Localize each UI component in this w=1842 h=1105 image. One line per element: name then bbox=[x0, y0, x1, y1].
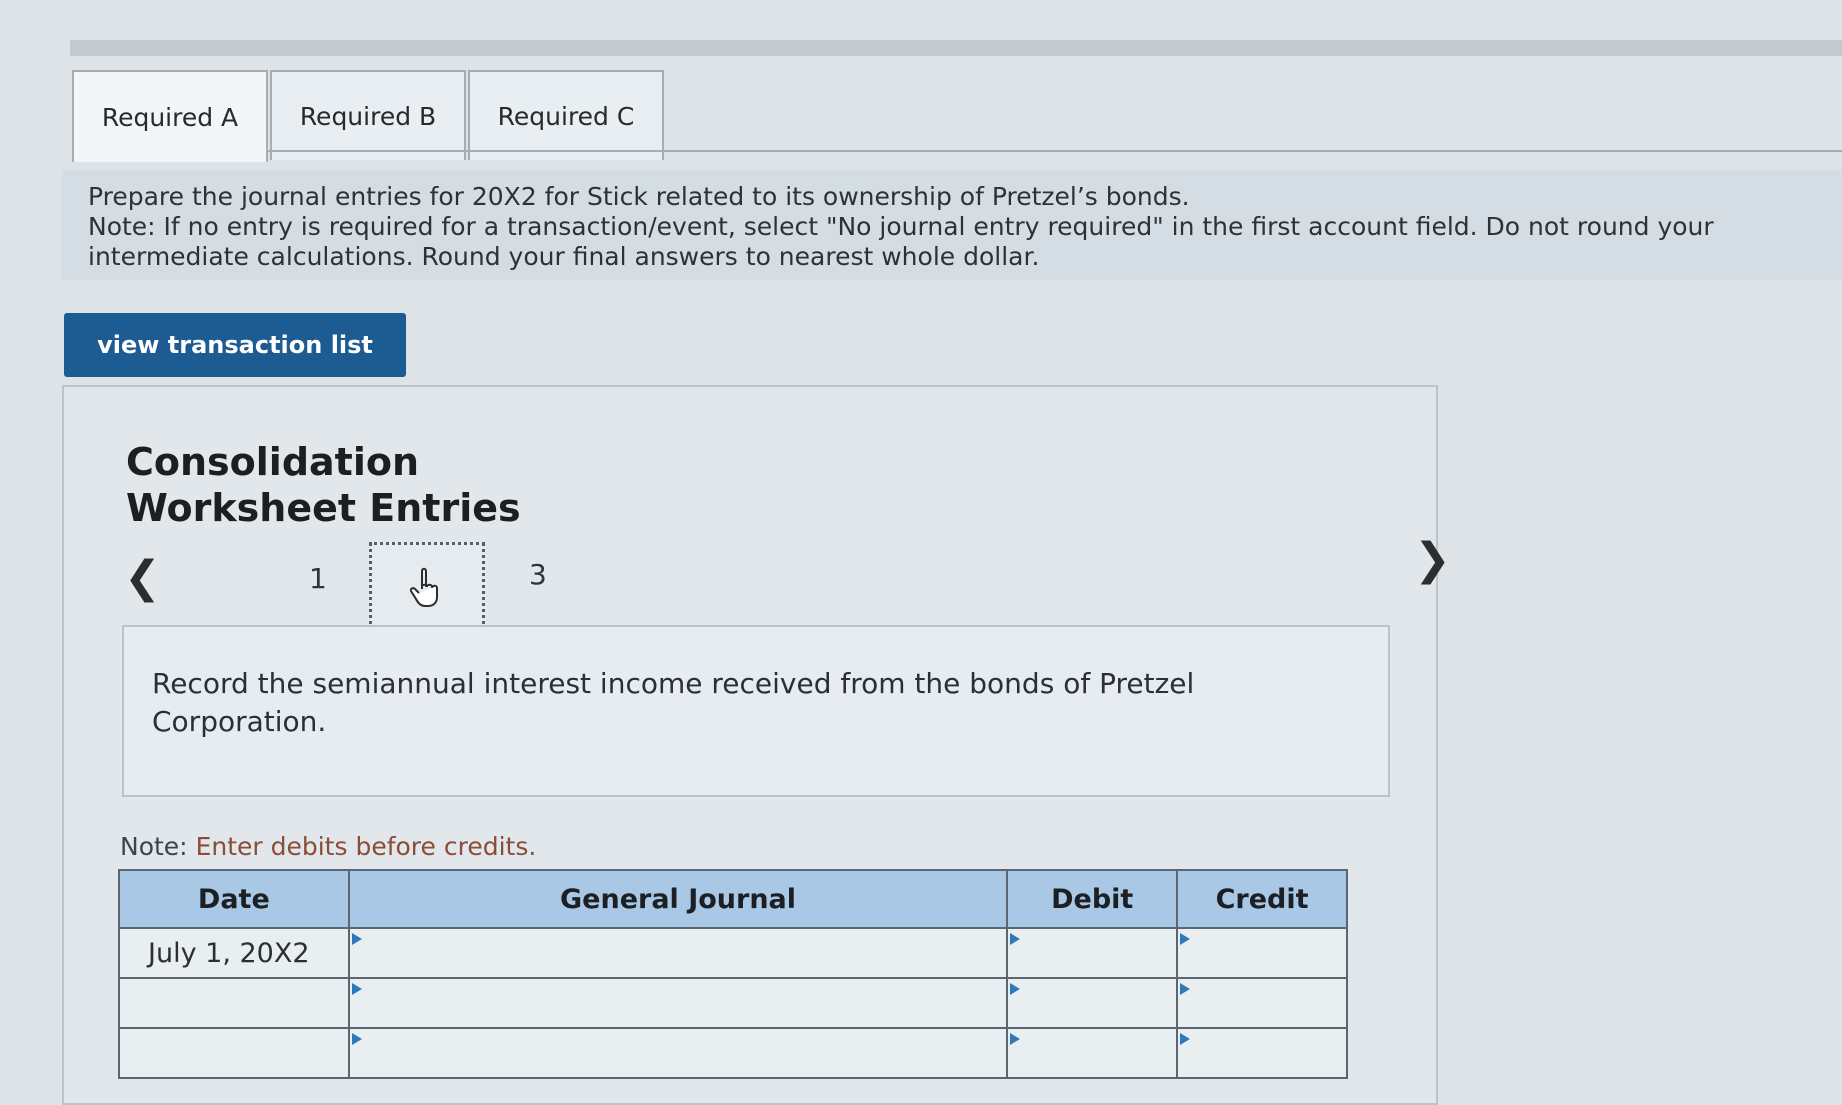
credit-input[interactable] bbox=[1176, 927, 1348, 979]
debit-input[interactable] bbox=[1006, 1027, 1179, 1079]
general-journal-header: General Journal bbox=[347, 869, 1009, 929]
page-2[interactable] bbox=[369, 542, 485, 632]
tab-divider bbox=[72, 150, 1842, 152]
journal-table: Date General Journal Debit Credit July 1… bbox=[118, 869, 1348, 1079]
instructions-note: Note: If no entry is required for a tran… bbox=[88, 212, 1714, 271]
table-row bbox=[118, 977, 1348, 1029]
account-select[interactable] bbox=[347, 927, 1009, 979]
view-transaction-list-button[interactable]: view transaction list bbox=[64, 313, 406, 377]
table-row bbox=[118, 1027, 1348, 1079]
note-prefix: Note: bbox=[120, 832, 188, 861]
journal-header-row: Date General Journal Debit Credit bbox=[118, 869, 1348, 929]
date-cell: July 1, 20X2 bbox=[118, 927, 350, 979]
tab-required-b[interactable]: Required B bbox=[270, 70, 466, 160]
note-text: Enter debits before credits. bbox=[195, 832, 537, 861]
tab-required-c[interactable]: Required C bbox=[468, 70, 664, 160]
panel-title: Consolidation Worksheet Entries bbox=[126, 440, 521, 530]
hand-cursor-icon bbox=[410, 567, 438, 607]
chevron-right-icon[interactable]: ❯ bbox=[1414, 534, 1451, 585]
top-strip bbox=[70, 40, 1842, 56]
account-select[interactable] bbox=[347, 977, 1009, 1029]
tab-bar: Required A Required B Required C bbox=[72, 70, 666, 162]
date-cell bbox=[118, 1027, 350, 1079]
debit-header: Debit bbox=[1006, 869, 1179, 929]
date-cell bbox=[118, 977, 350, 1029]
credit-header: Credit bbox=[1176, 869, 1348, 929]
tab-required-a[interactable]: Required A bbox=[72, 70, 268, 162]
debit-input[interactable] bbox=[1006, 927, 1179, 979]
description-text: Record the semiannual interest income re… bbox=[152, 667, 1195, 738]
account-select[interactable] bbox=[347, 1027, 1009, 1079]
entry-note: Note: Enter debits before credits. bbox=[120, 832, 536, 861]
debit-input[interactable] bbox=[1006, 977, 1179, 1029]
consolidation-panel: Consolidation Worksheet Entries ❮ 1 3 ❯ … bbox=[62, 385, 1451, 1105]
chevron-left-icon[interactable]: ❮ bbox=[124, 552, 161, 603]
table-row: July 1, 20X2 bbox=[118, 927, 1348, 979]
instructions-text: Prepare the journal entries for 20X2 for… bbox=[88, 182, 1190, 211]
credit-input[interactable] bbox=[1176, 1027, 1348, 1079]
instructions-box: Prepare the journal entries for 20X2 for… bbox=[62, 170, 1842, 280]
credit-input[interactable] bbox=[1176, 977, 1348, 1029]
page-3[interactable]: 3 bbox=[529, 558, 547, 591]
transaction-description: Record the semiannual interest income re… bbox=[122, 625, 1390, 797]
page-1[interactable]: 1 bbox=[309, 562, 327, 595]
date-header: Date bbox=[118, 869, 350, 929]
